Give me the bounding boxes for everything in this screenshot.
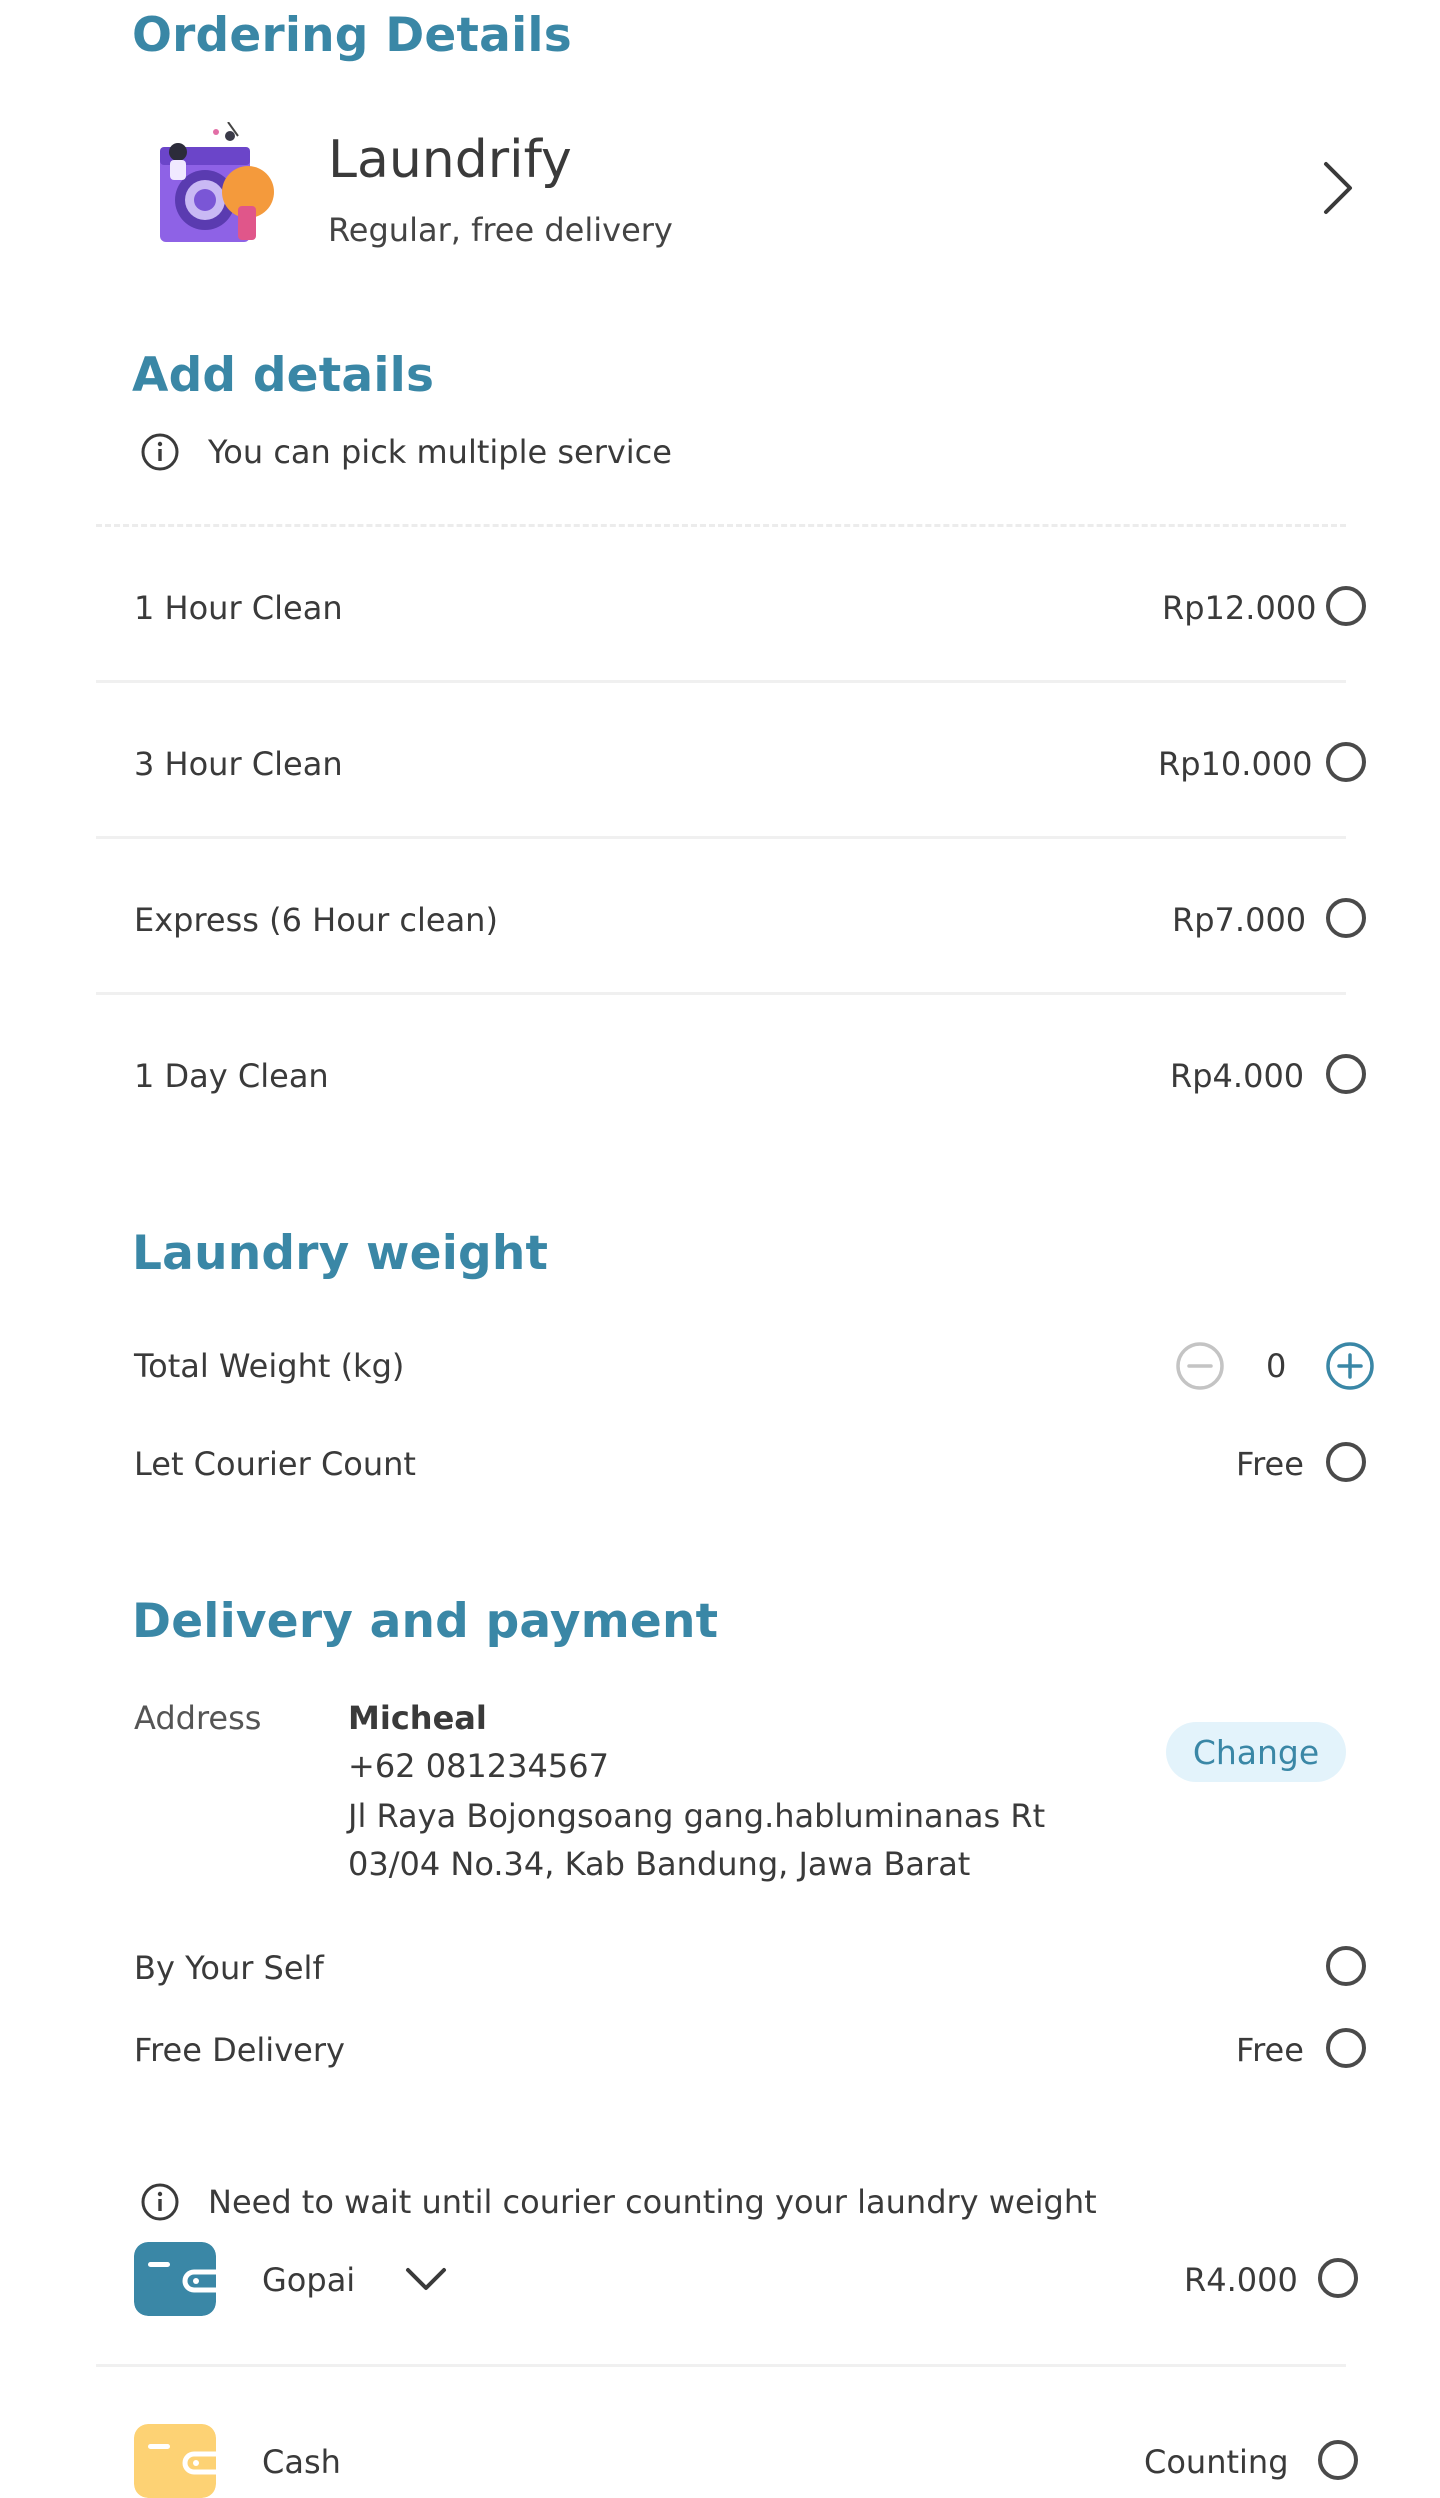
free-delivery-label: Free Delivery xyxy=(134,2031,345,2069)
courier-count-radio[interactable] xyxy=(1326,1442,1366,1482)
address-label: Address xyxy=(134,1699,262,1737)
laundry-illustration xyxy=(160,122,274,242)
service-name: 3 Hour Clean xyxy=(134,745,343,783)
service-price: Rp7.000 xyxy=(1172,901,1307,939)
service-radio[interactable] xyxy=(1326,586,1366,626)
service-radio[interactable] xyxy=(1326,1054,1366,1094)
ordering-details-title: Ordering Details xyxy=(132,8,572,63)
delivery-payment-title: Delivery and payment xyxy=(132,1594,719,1649)
service-name: Express (6 Hour clean) xyxy=(134,901,498,939)
service-radio[interactable] xyxy=(1326,898,1366,938)
total-weight-label: Total Weight (kg) xyxy=(134,1347,405,1385)
details-info-text: You can pick multiple service xyxy=(208,433,672,471)
free-delivery-value: Free xyxy=(1236,2031,1304,2069)
divider xyxy=(96,836,1346,839)
by-yourself-radio[interactable] xyxy=(1326,1946,1366,1986)
service-price: Rp4.000 xyxy=(1170,1057,1305,1095)
divider xyxy=(96,992,1346,995)
service-price: Rp10.000 xyxy=(1158,745,1313,783)
plus-icon[interactable] xyxy=(1324,1340,1376,1392)
payment-method-name: Gopai xyxy=(262,2261,356,2299)
info-icon xyxy=(141,433,179,471)
store-name: Laundrify xyxy=(328,130,572,190)
service-price: Rp12.000 xyxy=(1162,589,1317,627)
weight-value: 0 xyxy=(1266,1347,1287,1385)
chevron-right-icon[interactable] xyxy=(1318,158,1358,218)
address-line-1: Jl Raya Bojongsoang gang.habluminanas Rt xyxy=(348,1797,1046,1835)
laundry-weight-title: Laundry weight xyxy=(132,1226,549,1281)
courier-count-value: Free xyxy=(1236,1445,1304,1483)
recipient-name: Micheal xyxy=(348,1699,487,1737)
payment-method-name: Cash xyxy=(262,2443,341,2481)
wallet-icon xyxy=(134,2424,216,2498)
payment-radio[interactable] xyxy=(1318,2258,1358,2298)
free-delivery-radio[interactable] xyxy=(1326,2028,1366,2068)
store-subtitle: Regular, free delivery xyxy=(328,211,673,249)
info-icon xyxy=(141,2183,179,2221)
dashed-divider xyxy=(96,524,1346,527)
address-line-2: 03/04 No.34, Kab Bandung, Jawa Barat xyxy=(348,1845,971,1883)
minus-icon[interactable] xyxy=(1174,1340,1226,1392)
service-radio[interactable] xyxy=(1326,742,1366,782)
divider xyxy=(96,680,1346,683)
by-yourself-label: By Your Self xyxy=(134,1949,324,1987)
payment-amount: Counting xyxy=(1144,2443,1289,2481)
service-name: 1 Day Clean xyxy=(134,1057,329,1095)
service-name: 1 Hour Clean xyxy=(134,589,343,627)
delivery-info-text: Need to wait until courier counting your… xyxy=(208,2183,1097,2221)
payment-amount: R4.000 xyxy=(1184,2261,1298,2299)
divider xyxy=(96,2364,1346,2367)
recipient-phone: +62 081234567 xyxy=(348,1747,609,1785)
change-address-button[interactable]: Change xyxy=(1166,1722,1346,1782)
wallet-icon xyxy=(134,2242,216,2316)
order-page: Ordering Details Laundrify Regular, free… xyxy=(0,0,1440,2498)
chevron-down-icon[interactable] xyxy=(404,2266,448,2294)
payment-radio[interactable] xyxy=(1318,2440,1358,2480)
courier-count-label: Let Courier Count xyxy=(134,1445,416,1483)
add-details-title: Add details xyxy=(132,348,435,403)
